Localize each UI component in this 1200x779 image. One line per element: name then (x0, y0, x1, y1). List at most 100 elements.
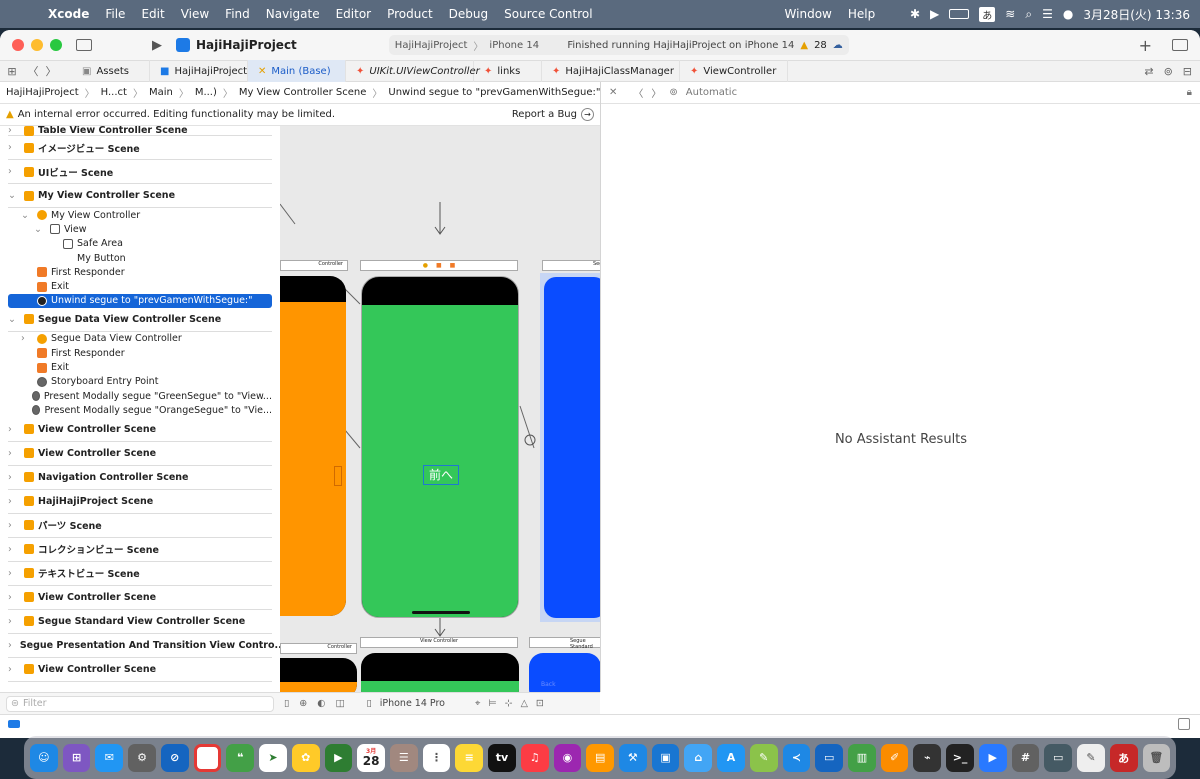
add-icon[interactable]: + (1139, 36, 1152, 55)
align-icon[interactable]: ⊨ (488, 698, 496, 709)
outline-scene[interactable]: › View Controller Scene (8, 442, 272, 466)
back-icon[interactable]: 〈 (633, 85, 643, 100)
back-button[interactable]: Back (541, 681, 556, 688)
outline-item[interactable]: › Segue Data View Controller (8, 332, 272, 346)
finder-icon[interactable]: ☺ (30, 743, 58, 772)
scheme-selector[interactable]: HajiHajiProject (395, 40, 468, 51)
siri-icon[interactable]: ● (1063, 7, 1073, 21)
outline-scene[interactable]: › イメージビュー Scene (8, 136, 272, 160)
tab-main-storyboard[interactable]: ✕ Main (Base) (248, 60, 346, 82)
disclosure-icon[interactable]: › (8, 616, 20, 627)
trait-icon[interactable]: ⊕ (299, 698, 307, 709)
disclosure-icon[interactable]: › (8, 448, 20, 459)
app-store-icon[interactable]: A (717, 743, 745, 772)
play-status-icon[interactable]: ▶ (930, 7, 939, 21)
bluetooth-icon[interactable]: ✱ (910, 7, 920, 21)
outline-scene[interactable]: › View Controller Scene (8, 418, 272, 442)
calculator-icon[interactable]: # (1011, 743, 1040, 772)
menu-help[interactable]: Help (840, 7, 883, 21)
outline-scene[interactable]: › Table View Controller Scene (8, 126, 272, 136)
outline-scene[interactable]: › Segue Standard View Controller Scene (8, 610, 272, 634)
outline-scene[interactable]: ⌄ My View Controller Scene (8, 184, 272, 208)
disclosure-icon[interactable]: › (8, 640, 12, 651)
menu-find[interactable]: Find (217, 7, 258, 21)
orange-phone-bottom[interactable] (280, 658, 357, 692)
report-bug-link[interactable]: Report a Bug (512, 109, 577, 120)
photos-icon[interactable]: ✿ (291, 743, 320, 772)
disclosure-icon[interactable]: › (8, 126, 20, 136)
instruments-icon[interactable]: ⌁ (913, 743, 942, 772)
facetime-icon[interactable]: ▶ (324, 743, 353, 772)
outline-scene[interactable]: › コレクションビュー Scene (8, 538, 272, 562)
keynote-icon[interactable]: ▭ (815, 743, 844, 772)
disclosure-icon[interactable]: ⌄ (8, 314, 20, 325)
clock[interactable]: 3月28日(火) 13:36 (1083, 6, 1190, 23)
outline-item[interactable]: First Responder (8, 265, 272, 279)
menu-view[interactable]: View (173, 7, 217, 21)
blue-phone-frame[interactable] (540, 273, 600, 622)
vc-dock-icon[interactable]: ● (423, 262, 428, 269)
run-icon[interactable]: ▶ (152, 38, 162, 53)
orange-view[interactable] (280, 302, 346, 616)
outline-toggle-icon[interactable]: ▯ (284, 698, 289, 709)
inspector-toggle-icon[interactable] (1172, 39, 1188, 51)
outline-item[interactable]: Safe Area (8, 237, 272, 251)
outline-item[interactable]: Storyboard Entry Point (8, 375, 272, 389)
outline-scene[interactable]: › HajiHajiProject Scene (8, 490, 272, 514)
device-selector[interactable]: iPhone 14 Pro (380, 698, 445, 709)
jump-folder[interactable]: H...ct (101, 87, 127, 98)
filter-field[interactable]: ⊜ Filter (6, 695, 274, 712)
menu-window[interactable]: Window (777, 7, 840, 21)
outline-scene[interactable]: ⌄ Segue Data View Controller Scene (8, 308, 272, 332)
activity-view[interactable]: HajiHajiProject 〉 iPhone 14 Finished run… (388, 35, 849, 55)
storyboard-canvas[interactable]: Controller ● ■ ■ Segu 前へ View Controller… (280, 126, 600, 692)
zoom-button[interactable] (50, 39, 62, 51)
warning-icon[interactable]: ▲ (800, 40, 808, 51)
blue-view[interactable] (544, 277, 600, 618)
tab-uiviewcontroller[interactable]: ✦ UIKit.UIViewController (346, 60, 480, 82)
menu-edit[interactable]: Edit (133, 7, 172, 21)
system-preferences-icon[interactable]: ⚙ (128, 743, 156, 772)
green-view[interactable] (362, 305, 518, 617)
disclosure-icon[interactable]: ⌄ (21, 210, 33, 221)
jump-main[interactable]: Main (149, 87, 173, 98)
bottom-left-label[interactable]: Controller (280, 643, 357, 654)
appearance-icon[interactable]: ◐ (317, 698, 325, 709)
outline-scene[interactable]: › Navigation Controller Scene (8, 466, 272, 490)
mail-icon[interactable]: ✉ (95, 743, 124, 772)
pin-icon[interactable]: ⊹ (505, 698, 513, 709)
assistant-mode[interactable]: Automatic (686, 87, 737, 98)
minimize-button[interactable] (31, 39, 43, 51)
vc-label-bottom[interactable]: View Controller (360, 637, 518, 648)
input-method-icon[interactable]: あ (979, 6, 996, 22)
menu-navigate[interactable]: Navigate (258, 7, 328, 21)
menu-debug[interactable]: Debug (441, 7, 496, 21)
numbers-icon[interactable]: ▥ (848, 743, 876, 772)
green-view[interactable] (361, 681, 519, 692)
scene-header-left[interactable]: Controller (280, 260, 348, 271)
disclosure-icon[interactable]: › (8, 592, 20, 603)
outline-scene[interactable]: › UIビュー Scene (8, 160, 272, 184)
disclosure-icon[interactable]: › (8, 664, 20, 675)
vscode-icon[interactable]: ≺ (782, 743, 811, 772)
tv-icon[interactable]: tv (488, 743, 516, 772)
textedit-icon[interactable]: ✎ (1077, 743, 1105, 772)
close-editor-icon[interactable]: ✕ (609, 87, 617, 98)
calendar-icon[interactable]: 3月 28 (357, 743, 385, 772)
trash-icon[interactable]: 🗑︎ (1142, 743, 1171, 772)
responder-dock-icon[interactable]: ■ (436, 262, 442, 269)
menu-app[interactable]: Xcode (40, 7, 97, 21)
tab-links[interactable]: ✦ links (474, 60, 542, 82)
wifi-icon[interactable]: ≋ (1005, 7, 1015, 21)
destination-selector[interactable]: iPhone 14 (489, 40, 539, 51)
my-button[interactable]: 前へ (423, 465, 459, 485)
outline-item[interactable]: Unwind segue to "prevGamenWithSegue:" (8, 293, 272, 308)
tab-assets[interactable]: ▣ Assets (72, 60, 150, 82)
outline-scene[interactable]: › テキストビュー Scene (8, 562, 272, 586)
xcode-icon[interactable]: ⚒ (619, 743, 647, 772)
link-icon[interactable]: ⊚ (1164, 65, 1173, 78)
disclosure-icon[interactable]: › (21, 333, 33, 344)
cloud-icon[interactable]: ☁ (833, 40, 843, 51)
outline-item[interactable]: ⌄ View (8, 222, 272, 236)
outline-item[interactable]: Present Modally segue "GreenSegue" to "V… (8, 389, 272, 403)
